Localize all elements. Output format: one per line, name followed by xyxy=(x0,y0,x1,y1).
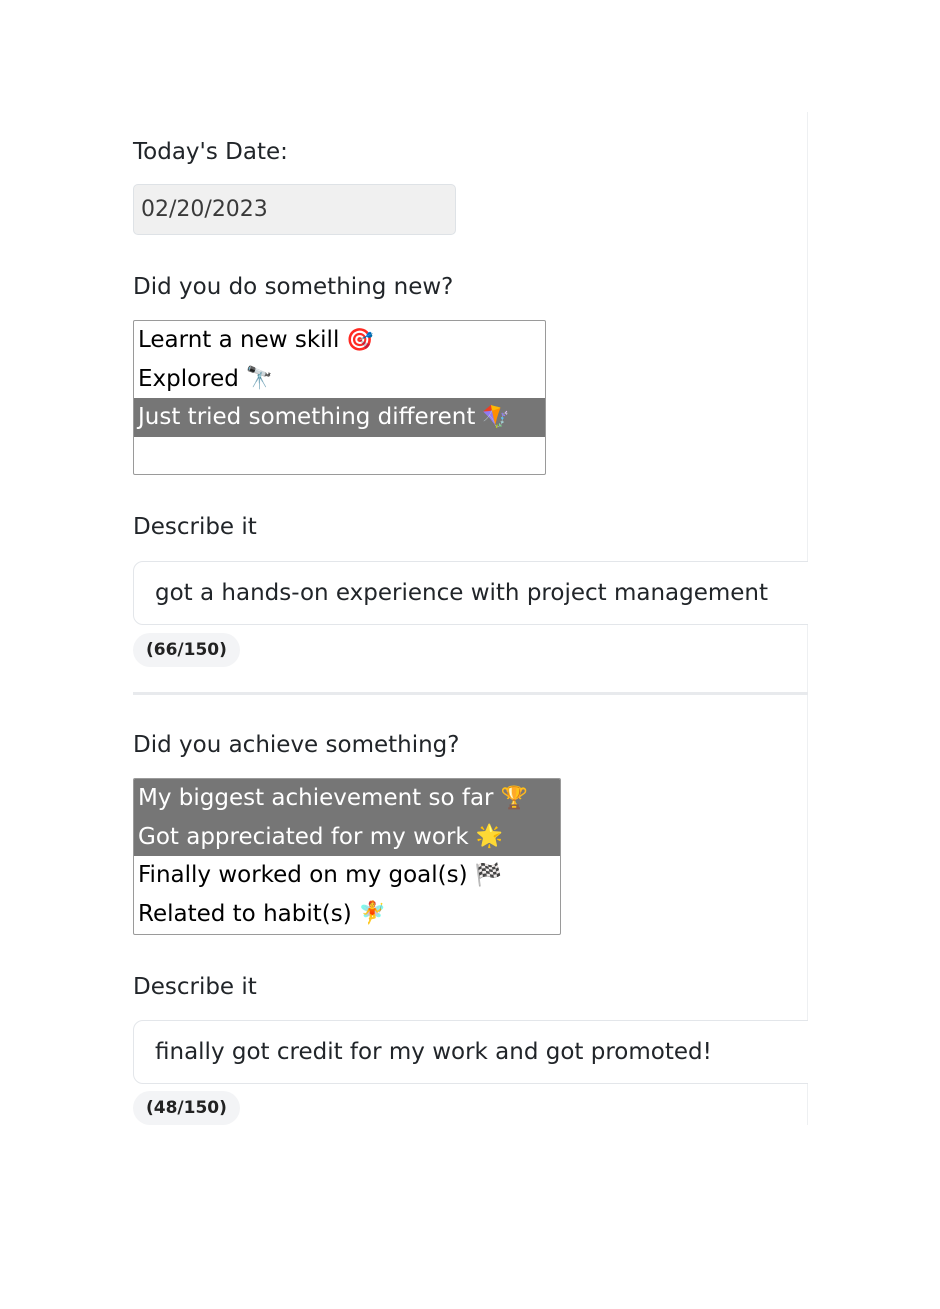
list-option-worked-on-goals[interactable]: Finally worked on my goal(s) 🏁 xyxy=(134,856,560,895)
char-counter-achieve: (48/150) xyxy=(133,1091,240,1125)
option-label: Finally worked on my goal(s) xyxy=(138,862,468,888)
fairy-icon: 🧚 xyxy=(358,901,387,926)
panel-clip-mask xyxy=(808,540,940,1140)
option-label: Explored xyxy=(138,365,239,392)
achieve-question-label: Did you achieve something? xyxy=(133,732,460,758)
trophy-icon: 🏆 xyxy=(500,785,528,811)
option-label: Got appreciated for my work xyxy=(138,823,469,850)
section-divider xyxy=(133,692,808,695)
new-options-listbox[interactable]: Learnt a new skill 🎯 Explored 🔭 Just tried… xyxy=(133,320,546,475)
option-label: Just tried something different xyxy=(138,404,476,430)
option-label: My biggest achievement so far xyxy=(138,785,494,811)
describe-achieve-label: Describe it xyxy=(133,974,257,1000)
list-option-habits[interactable]: Related to habit(s) 🧚 xyxy=(134,895,560,934)
describe-new-label: Describe it xyxy=(133,514,257,540)
list-option-tried-different[interactable]: Just tried something different 🪁 xyxy=(134,398,545,437)
list-option-learnt-skill[interactable]: Learnt a new skill 🎯 xyxy=(134,321,545,360)
list-option-explored[interactable]: Explored 🔭 xyxy=(134,360,545,399)
checkered-flag-icon: 🏁 xyxy=(474,862,502,888)
achieve-options-listbox[interactable]: My biggest achievement so far 🏆 Got appre… xyxy=(133,778,561,935)
option-label: Learnt a new skill xyxy=(138,327,340,353)
char-counter-new: (66/150) xyxy=(133,633,240,667)
telescope-icon: 🔭 xyxy=(245,366,274,391)
list-option-got-appreciated[interactable]: Got appreciated for my work 🌟 xyxy=(134,817,560,856)
kite-icon: 🪁 xyxy=(482,404,510,430)
new-question-label: Did you do something new? xyxy=(133,274,454,300)
date-label: Today's Date: xyxy=(133,139,288,165)
describe-achieve-input[interactable] xyxy=(133,1020,823,1084)
date-input[interactable] xyxy=(133,184,456,235)
star-icon: 🌟 xyxy=(475,824,504,849)
option-label: Related to habit(s) xyxy=(138,900,352,927)
list-option-biggest-achievement[interactable]: My biggest achievement so far 🏆 xyxy=(134,779,560,818)
target-icon: 🎯 xyxy=(346,327,374,353)
describe-new-input[interactable] xyxy=(133,561,823,625)
